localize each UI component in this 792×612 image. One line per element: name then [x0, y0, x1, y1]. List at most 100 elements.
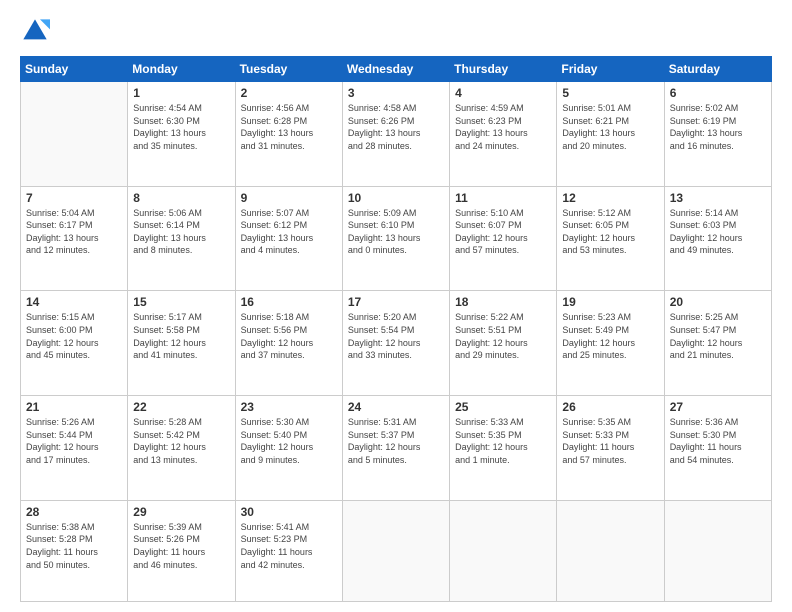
day-number: 20 [670, 295, 766, 309]
day-info: Sunrise: 5:07 AM Sunset: 6:12 PM Dayligh… [241, 207, 337, 257]
calendar-cell: 22 Sunrise: 5:28 AM Sunset: 5:42 PM Dayli… [128, 396, 235, 501]
day-number: 29 [133, 505, 229, 519]
calendar-cell: 18 Sunrise: 5:22 AM Sunset: 5:51 PM Dayli… [450, 291, 557, 396]
day-number: 12 [562, 191, 658, 205]
calendar-cell: 17 Sunrise: 5:20 AM Sunset: 5:54 PM Dayli… [342, 291, 449, 396]
calendar-week-row: 7Sunrise: 5:04 AM Sunset: 6:17 PM Daylig… [21, 186, 772, 291]
day-info: Sunrise: 5:35 AM Sunset: 5:33 PM Dayligh… [562, 416, 658, 466]
day-number: 19 [562, 295, 658, 309]
day-info: Sunrise: 5:39 AM Sunset: 5:26 PM Dayligh… [133, 521, 229, 571]
calendar-cell: 12 Sunrise: 5:12 AM Sunset: 6:05 PM Dayli… [557, 186, 664, 291]
logo-icon [20, 16, 50, 46]
calendar-cell: 1 Sunrise: 4:54 AM Sunset: 6:30 PM Daylig… [128, 82, 235, 187]
calendar-cell: 30 Sunrise: 5:41 AM Sunset: 5:23 PM Dayli… [235, 500, 342, 601]
day-number: 13 [670, 191, 766, 205]
day-info: Sunrise: 4:59 AM Sunset: 6:23 PM Dayligh… [455, 102, 551, 152]
calendar-cell: 27 Sunrise: 5:36 AM Sunset: 5:30 PM Dayli… [664, 396, 771, 501]
day-info: Sunrise: 5:41 AM Sunset: 5:23 PM Dayligh… [241, 521, 337, 571]
weekday-header-row: SundayMondayTuesdayWednesdayThursdayFrid… [21, 57, 772, 82]
weekday-header-monday: Monday [128, 57, 235, 82]
calendar-cell: 28 Sunrise: 5:38 AM Sunset: 5:28 PM Dayli… [21, 500, 128, 601]
calendar-cell: 24 Sunrise: 5:31 AM Sunset: 5:37 PM Dayli… [342, 396, 449, 501]
day-number: 23 [241, 400, 337, 414]
calendar-cell: 4 Sunrise: 4:59 AM Sunset: 6:23 PM Daylig… [450, 82, 557, 187]
calendar-cell: 7Sunrise: 5:04 AM Sunset: 6:17 PM Daylig… [21, 186, 128, 291]
day-number: 11 [455, 191, 551, 205]
day-number: 17 [348, 295, 444, 309]
day-number: 30 [241, 505, 337, 519]
day-info: Sunrise: 5:06 AM Sunset: 6:14 PM Dayligh… [133, 207, 229, 257]
calendar-cell: 2 Sunrise: 4:56 AM Sunset: 6:28 PM Daylig… [235, 82, 342, 187]
day-info: Sunrise: 5:33 AM Sunset: 5:35 PM Dayligh… [455, 416, 551, 466]
day-info: Sunrise: 5:23 AM Sunset: 5:49 PM Dayligh… [562, 311, 658, 361]
weekday-header-friday: Friday [557, 57, 664, 82]
day-info: Sunrise: 5:09 AM Sunset: 6:10 PM Dayligh… [348, 207, 444, 257]
calendar-cell: 10 Sunrise: 5:09 AM Sunset: 6:10 PM Dayli… [342, 186, 449, 291]
day-number: 25 [455, 400, 551, 414]
day-info: Sunrise: 5:25 AM Sunset: 5:47 PM Dayligh… [670, 311, 766, 361]
day-info: Sunrise: 5:31 AM Sunset: 5:37 PM Dayligh… [348, 416, 444, 466]
day-info: Sunrise: 5:17 AM Sunset: 5:58 PM Dayligh… [133, 311, 229, 361]
day-info: Sunrise: 5:26 AM Sunset: 5:44 PM Dayligh… [26, 416, 122, 466]
day-info: Sunrise: 4:56 AM Sunset: 6:28 PM Dayligh… [241, 102, 337, 152]
calendar-cell [664, 500, 771, 601]
day-number: 14 [26, 295, 122, 309]
day-number: 26 [562, 400, 658, 414]
calendar-cell: 6Sunrise: 5:02 AM Sunset: 6:19 PM Daylig… [664, 82, 771, 187]
logo [20, 16, 54, 46]
calendar-cell: 25 Sunrise: 5:33 AM Sunset: 5:35 PM Dayli… [450, 396, 557, 501]
day-number: 28 [26, 505, 122, 519]
day-number: 1 [133, 86, 229, 100]
day-info: Sunrise: 5:28 AM Sunset: 5:42 PM Dayligh… [133, 416, 229, 466]
calendar-cell: 9Sunrise: 5:07 AM Sunset: 6:12 PM Daylig… [235, 186, 342, 291]
day-number: 2 [241, 86, 337, 100]
day-info: Sunrise: 5:14 AM Sunset: 6:03 PM Dayligh… [670, 207, 766, 257]
day-info: Sunrise: 5:02 AM Sunset: 6:19 PM Dayligh… [670, 102, 766, 152]
calendar-cell: 20 Sunrise: 5:25 AM Sunset: 5:47 PM Dayli… [664, 291, 771, 396]
day-info: Sunrise: 5:18 AM Sunset: 5:56 PM Dayligh… [241, 311, 337, 361]
day-info: Sunrise: 4:54 AM Sunset: 6:30 PM Dayligh… [133, 102, 229, 152]
day-info: Sunrise: 5:15 AM Sunset: 6:00 PM Dayligh… [26, 311, 122, 361]
calendar-cell: 13 Sunrise: 5:14 AM Sunset: 6:03 PM Dayli… [664, 186, 771, 291]
day-info: Sunrise: 5:20 AM Sunset: 5:54 PM Dayligh… [348, 311, 444, 361]
day-number: 24 [348, 400, 444, 414]
day-info: Sunrise: 5:36 AM Sunset: 5:30 PM Dayligh… [670, 416, 766, 466]
calendar-cell [342, 500, 449, 601]
calendar-cell: 26 Sunrise: 5:35 AM Sunset: 5:33 PM Dayli… [557, 396, 664, 501]
calendar-cell: 11Sunrise: 5:10 AM Sunset: 6:07 PM Dayli… [450, 186, 557, 291]
calendar-week-row: 28 Sunrise: 5:38 AM Sunset: 5:28 PM Dayli… [21, 500, 772, 601]
day-number: 10 [348, 191, 444, 205]
calendar-cell: 23Sunrise: 5:30 AM Sunset: 5:40 PM Dayli… [235, 396, 342, 501]
page: SundayMondayTuesdayWednesdayThursdayFrid… [0, 0, 792, 612]
calendar-cell: 16 Sunrise: 5:18 AM Sunset: 5:56 PM Dayli… [235, 291, 342, 396]
day-number: 22 [133, 400, 229, 414]
day-info: Sunrise: 5:12 AM Sunset: 6:05 PM Dayligh… [562, 207, 658, 257]
day-number: 3 [348, 86, 444, 100]
day-number: 5 [562, 86, 658, 100]
calendar-cell: 5 Sunrise: 5:01 AM Sunset: 6:21 PM Daylig… [557, 82, 664, 187]
day-number: 18 [455, 295, 551, 309]
day-info: Sunrise: 5:38 AM Sunset: 5:28 PM Dayligh… [26, 521, 122, 571]
day-number: 8 [133, 191, 229, 205]
calendar-cell: 19 Sunrise: 5:23 AM Sunset: 5:49 PM Dayli… [557, 291, 664, 396]
day-number: 21 [26, 400, 122, 414]
calendar-week-row: 1 Sunrise: 4:54 AM Sunset: 6:30 PM Daylig… [21, 82, 772, 187]
calendar-cell [557, 500, 664, 601]
day-info: Sunrise: 5:22 AM Sunset: 5:51 PM Dayligh… [455, 311, 551, 361]
weekday-header-saturday: Saturday [664, 57, 771, 82]
calendar-week-row: 14 Sunrise: 5:15 AM Sunset: 6:00 PM Dayli… [21, 291, 772, 396]
calendar-cell: 29 Sunrise: 5:39 AM Sunset: 5:26 PM Dayli… [128, 500, 235, 601]
weekday-header-thursday: Thursday [450, 57, 557, 82]
calendar-cell: 15Sunrise: 5:17 AM Sunset: 5:58 PM Dayli… [128, 291, 235, 396]
calendar-cell: 21 Sunrise: 5:26 AM Sunset: 5:44 PM Dayli… [21, 396, 128, 501]
day-number: 27 [670, 400, 766, 414]
weekday-header-sunday: Sunday [21, 57, 128, 82]
calendar-cell: 3Sunrise: 4:58 AM Sunset: 6:26 PM Daylig… [342, 82, 449, 187]
day-info: Sunrise: 5:01 AM Sunset: 6:21 PM Dayligh… [562, 102, 658, 152]
header [20, 16, 772, 46]
weekday-header-wednesday: Wednesday [342, 57, 449, 82]
day-number: 16 [241, 295, 337, 309]
weekday-header-tuesday: Tuesday [235, 57, 342, 82]
calendar-cell: 14 Sunrise: 5:15 AM Sunset: 6:00 PM Dayli… [21, 291, 128, 396]
day-number: 4 [455, 86, 551, 100]
